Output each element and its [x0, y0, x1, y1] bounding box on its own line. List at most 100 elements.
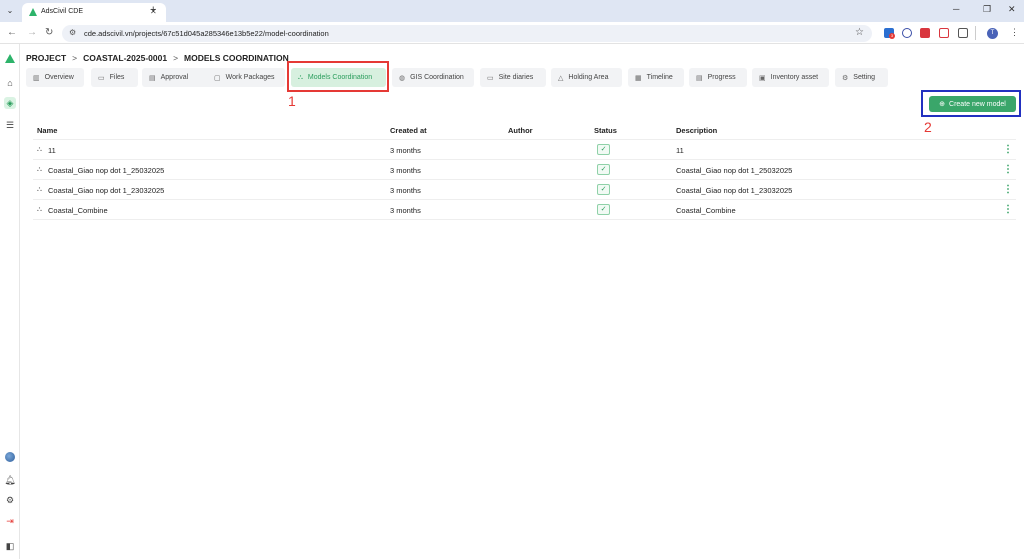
- folder-icon: ▭: [98, 74, 105, 82]
- tab-label: Approval: [160, 74, 189, 81]
- browser-tab[interactable]: AdsCivil CDE ✕: [22, 3, 166, 22]
- calendar-icon: ▦: [635, 74, 642, 82]
- tab-work-packages[interactable]: ▢ Work Packages: [207, 68, 285, 87]
- row-actions-icon[interactable]: ⋮: [1003, 204, 1013, 215]
- collapse-sidebar-icon[interactable]: ◧: [4, 540, 16, 552]
- forward-icon[interactable]: →: [27, 27, 37, 38]
- browser-menu-icon[interactable]: ⋮: [1010, 27, 1019, 38]
- tab-timeline[interactable]: ▦ Timeline: [628, 68, 684, 87]
- back-icon[interactable]: ←: [7, 27, 17, 38]
- address-bar-row: ← → ↻ ⚙ cde.adscivil.vn/projects/67c51d0…: [0, 22, 1024, 44]
- row-name[interactable]: 11: [48, 146, 56, 155]
- row-description: Coastal_Giao nop dot 1_23032025: [676, 186, 793, 195]
- tab-overview[interactable]: ▥ Overview: [26, 68, 84, 87]
- table-row[interactable]: ⛬ Coastal_Combine 3 months ✓ Coastal_Com…: [33, 200, 1016, 220]
- tab-label: Inventory asset: [770, 74, 819, 81]
- column-header-status[interactable]: Status: [594, 126, 617, 135]
- status-check-icon: ✓: [597, 144, 610, 155]
- row-created-at: 3 months: [390, 146, 421, 155]
- table-header: Name Created at Author Status Descriptio…: [33, 120, 1016, 140]
- app-logo-icon: [29, 8, 37, 16]
- extension-badge: 3: [889, 33, 895, 39]
- annotation-number-1: 1: [288, 93, 296, 109]
- status-check-icon: ✓: [597, 184, 610, 195]
- breadcrumb-separator: >: [173, 53, 179, 63]
- row-actions-icon[interactable]: ⋮: [1003, 144, 1013, 155]
- box-icon: ▣: [759, 74, 766, 82]
- create-new-model-button[interactable]: ⊕ Create new model: [929, 96, 1016, 112]
- app-logo-icon[interactable]: [5, 54, 15, 63]
- status-check-icon: ✓: [597, 164, 610, 175]
- status-check-icon: ✓: [597, 204, 610, 215]
- site-info-icon[interactable]: ⚙: [69, 28, 76, 37]
- plus-circle-icon: ⊕: [939, 101, 946, 108]
- layers-icon[interactable]: ◈: [4, 97, 16, 109]
- tab-setting[interactable]: ⚙ Setting: [835, 68, 888, 87]
- gear-icon: ⚙: [842, 74, 849, 82]
- settings-icon[interactable]: ⚙: [4, 494, 16, 506]
- tab-progress[interactable]: ▤ Progress: [689, 68, 747, 87]
- row-description: Coastal_Giao nop dot 1_25032025: [676, 166, 793, 175]
- row-name[interactable]: Coastal_Giao nop dot 1_25032025: [48, 166, 164, 175]
- tab-label: Setting: [853, 74, 876, 81]
- model-icon: ⛬: [37, 146, 42, 153]
- breadcrumb-item[interactable]: COASTAL-2025-0001: [83, 53, 167, 63]
- create-new-model-label: Create new model: [949, 100, 1006, 108]
- model-icon: ⛬: [37, 186, 42, 193]
- row-actions-icon[interactable]: ⋮: [1003, 184, 1013, 195]
- model-icon: ⛬: [37, 166, 42, 173]
- globe-icon: ◍: [399, 74, 406, 82]
- extension-icon[interactable]: [939, 28, 949, 38]
- row-actions-icon[interactable]: ⋮: [1003, 164, 1013, 175]
- table-row[interactable]: ⛬ Coastal_Giao nop dot 1_25032025 3 mont…: [33, 160, 1016, 180]
- column-header-name[interactable]: Name: [37, 126, 57, 135]
- row-name[interactable]: Coastal_Giao nop dot 1_23032025: [48, 186, 164, 195]
- tab-gis-coordination[interactable]: ◍ GIS Coordination: [392, 68, 474, 87]
- table-row[interactable]: ⛬ 11 3 months ✓ 11 ⋮: [33, 140, 1016, 160]
- globe-icon[interactable]: [5, 452, 15, 462]
- extension-icon[interactable]: [920, 28, 930, 38]
- restore-icon[interactable]: ❐: [983, 4, 991, 15]
- home-icon[interactable]: ⌂: [4, 77, 16, 89]
- column-header-description[interactable]: Description: [676, 126, 717, 135]
- profile-avatar[interactable]: T: [987, 28, 998, 39]
- breadcrumb-item-current: MODELS COORDINATION: [184, 53, 289, 63]
- logout-icon[interactable]: ⇥: [4, 515, 16, 527]
- tab-site-diaries[interactable]: ▭ Site diaries: [480, 68, 546, 87]
- minimize-icon[interactable]: ─: [953, 4, 959, 14]
- tab-search-chevron-icon[interactable]: ⌄: [4, 5, 16, 17]
- row-description: 11: [676, 146, 684, 155]
- column-header-created-at[interactable]: Created at: [390, 126, 427, 135]
- gantt-icon: ▤: [696, 74, 703, 82]
- database-icon[interactable]: ☰: [4, 119, 16, 131]
- table-row[interactable]: ⛬ Coastal_Giao nop dot 1_23032025 3 mont…: [33, 180, 1016, 200]
- url-input[interactable]: ⚙ cde.adscivil.vn/projects/67c51d045a285…: [62, 25, 872, 42]
- tab-label: Files: [109, 74, 125, 81]
- app-side-rail: ⌂ ◈ ☰ 🔔︎ ⚙ ⇥ ◧: [0, 44, 20, 559]
- column-header-author[interactable]: Author: [508, 126, 533, 135]
- browser-tab-title: AdsCivil CDE: [41, 8, 84, 15]
- row-name[interactable]: Coastal_Combine: [48, 206, 108, 215]
- reload-icon[interactable]: ↻: [45, 27, 53, 38]
- puzzle-icon[interactable]: [958, 28, 968, 38]
- warning-icon: △: [558, 74, 564, 82]
- model-icon: ⛬: [37, 206, 42, 213]
- close-window-icon[interactable]: ✕: [1008, 4, 1016, 15]
- breadcrumb: PROJECT > COASTAL-2025-0001 > MODELS COO…: [26, 52, 289, 64]
- bookmark-star-icon[interactable]: ☆: [855, 27, 864, 38]
- toolbar-divider: [975, 26, 976, 40]
- tab-label: Site diaries: [498, 74, 534, 81]
- tab-files[interactable]: ▭ Files: [91, 68, 138, 87]
- browser-tab-strip: ⌄ AdsCivil CDE ✕ + ─ ❐ ✕: [0, 0, 1024, 22]
- url-text: cde.adscivil.vn/projects/67c51d045a28534…: [84, 29, 329, 38]
- row-created-at: 3 months: [390, 206, 421, 215]
- bar-chart-icon: ▥: [33, 74, 40, 82]
- tab-label: Timeline: [646, 74, 673, 81]
- extension-icon[interactable]: [902, 28, 912, 38]
- tab-label: Holding Area: [568, 74, 609, 81]
- breadcrumb-item[interactable]: PROJECT: [26, 53, 66, 63]
- tab-inventory-asset[interactable]: ▣ Inventory asset: [752, 68, 829, 87]
- new-tab-icon[interactable]: +: [150, 4, 156, 16]
- bell-icon[interactable]: 🔔︎: [4, 474, 16, 486]
- tab-holding-area[interactable]: △ Holding Area: [551, 68, 622, 87]
